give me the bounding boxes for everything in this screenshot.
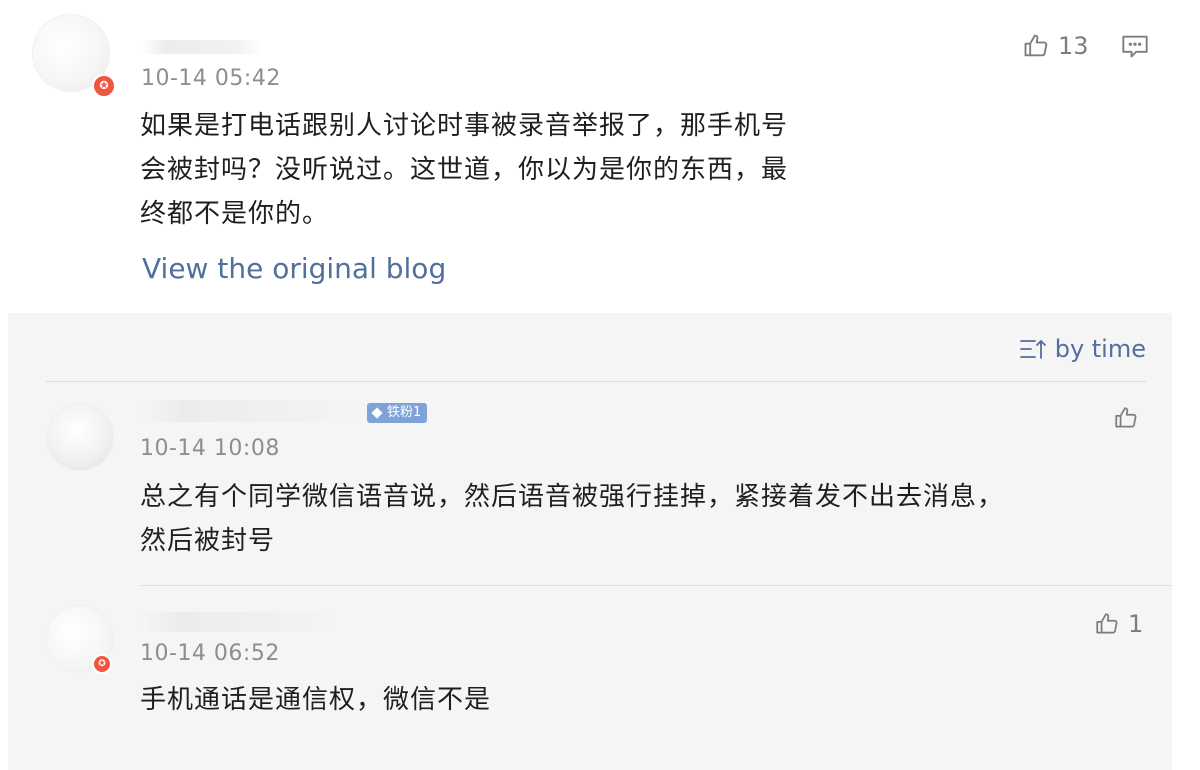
- sort-by-time-button[interactable]: by time: [1019, 335, 1146, 363]
- comment-text-line: 终都不是你的。: [140, 199, 330, 229]
- reply-username-redacted[interactable]: [140, 400, 360, 422]
- reply-like-button[interactable]: [1113, 405, 1147, 431]
- divider: [140, 585, 1172, 586]
- sort-label: by time: [1054, 335, 1146, 363]
- comment-time: 10-14 05:42: [141, 66, 281, 91]
- reply-avatar[interactable]: [46, 403, 114, 471]
- sort-icon: [1019, 339, 1046, 359]
- username-redacted[interactable]: [142, 40, 262, 54]
- reply-text-line: 然后被封号: [140, 526, 276, 556]
- comment-icon: [1122, 35, 1148, 58]
- verified-badge-icon: ✪: [92, 74, 116, 98]
- comment-text: 如果是打电话跟别人讨论时事被录音举报了，那手机号 会被封吗？没听说过。这世道，你…: [140, 104, 788, 236]
- verified-badge-icon: ✪: [92, 654, 112, 674]
- comment-text-line: 如果是打电话跟别人讨论时事被录音举报了，那手机号: [140, 111, 789, 141]
- reply-text: 总之有个同学微信语音说，然后语音被强行挂掉，紧接着发不出去消息， 然后被封号: [140, 475, 1004, 563]
- reply-time: 10-14 10:08: [140, 436, 280, 461]
- reply-like-count: 1: [1128, 610, 1144, 638]
- fan-level-label: 铁粉1: [387, 405, 422, 420]
- thumb-up-icon: [1024, 34, 1048, 57]
- divider: [46, 381, 1146, 382]
- thumb-up-icon: [1115, 407, 1137, 428]
- reply-like-button[interactable]: 1: [1094, 610, 1143, 638]
- like-button[interactable]: 13: [1022, 32, 1089, 60]
- reply-username-redacted[interactable]: [140, 612, 340, 632]
- fan-level-badge: 铁粉1: [367, 403, 428, 423]
- reply-button[interactable]: [1121, 33, 1149, 63]
- reply-text-line: 总之有个同学微信语音说，然后语音被强行挂掉，紧接着发不出去消息，: [140, 482, 1005, 512]
- like-count: 13: [1058, 32, 1089, 60]
- view-original-blog-link[interactable]: View the original blog: [142, 252, 446, 285]
- diamond-icon: [371, 407, 383, 419]
- reply-time: 10-14 06:52: [140, 641, 280, 666]
- reply-text-line: 手机通话是通信权，微信不是: [140, 685, 492, 715]
- comment-text-line: 会被封吗？没听说过。这世道，你以为是你的东西，最: [140, 155, 789, 185]
- reply-text: 手机通话是通信权，微信不是: [140, 678, 491, 722]
- thumb-up-icon: [1096, 613, 1118, 634]
